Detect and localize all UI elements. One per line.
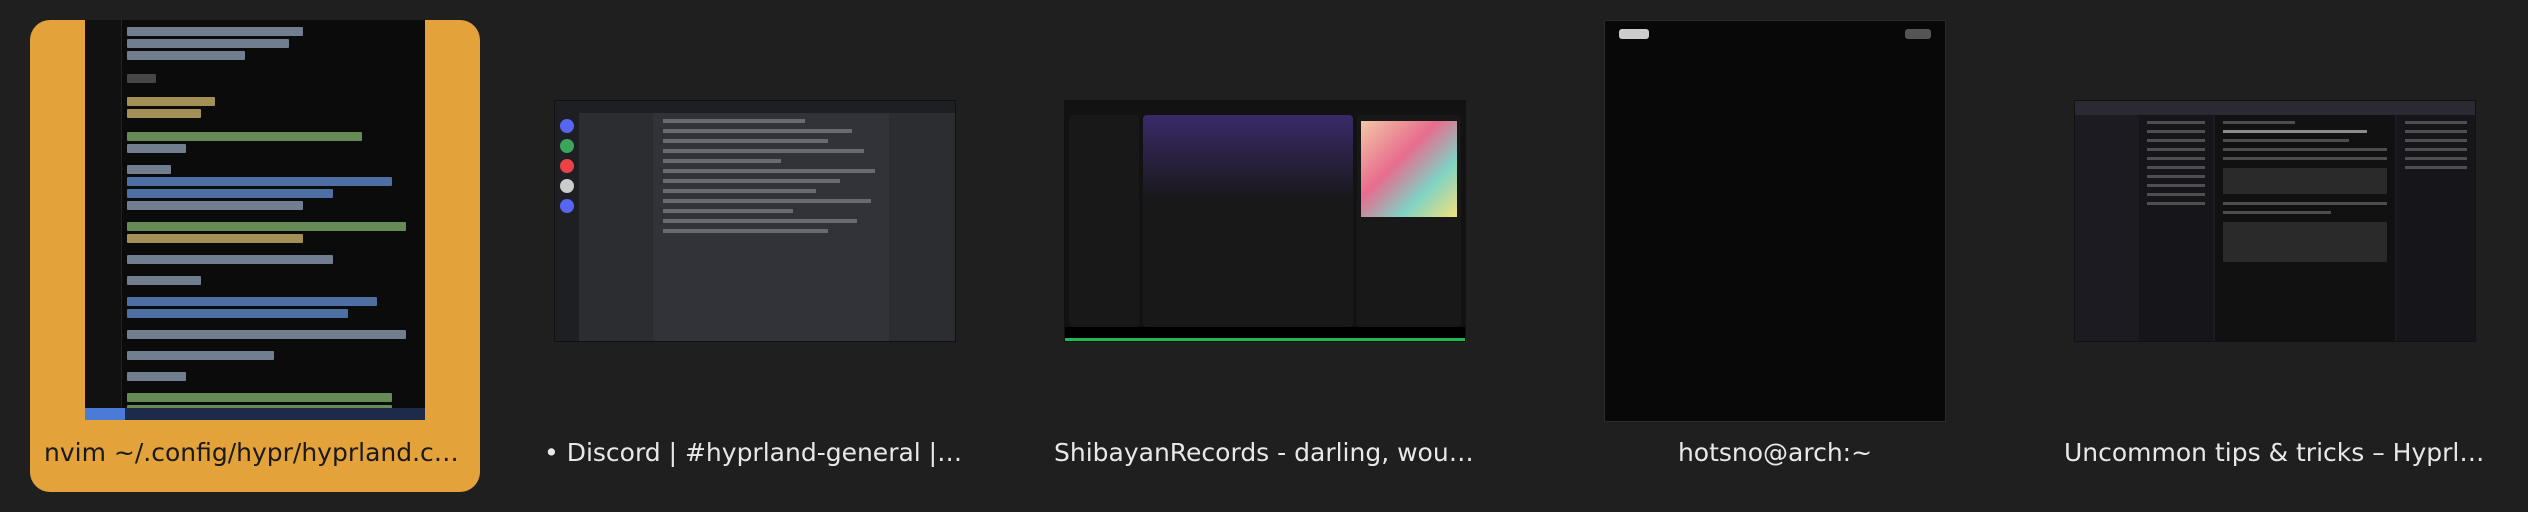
window-title: Uncommon tips & tricks – Hyprland ... <box>2064 438 2500 467</box>
window-tile-discord[interactable]: • Discord | #hyprland-general | Hyp... <box>530 20 980 492</box>
window-tile-nvim[interactable]: nvim ~/.config/hypr/hyprland.conf <box>30 20 480 492</box>
window-thumbnail <box>2074 100 2476 342</box>
window-tile-browser[interactable]: Uncommon tips & tricks – Hyprland ... <box>2050 20 2500 492</box>
window-tile-terminal[interactable]: hotsno@arch:~ <box>1550 20 2000 492</box>
window-title: hotsno@arch:~ <box>1677 438 1873 467</box>
window-thumbnail <box>554 100 956 342</box>
window-title: nvim ~/.config/hypr/hyprland.conf <box>44 438 474 467</box>
window-title: ShibayanRecords - darling, would y... <box>1054 438 1490 467</box>
window-title: • Discord | #hyprland-general | Hyp... <box>544 438 980 467</box>
window-thumbnail <box>1604 20 1946 422</box>
window-tile-spotify[interactable]: ShibayanRecords - darling, would y... <box>1040 20 1490 492</box>
window-thumbnail <box>85 20 425 420</box>
window-thumbnail <box>1064 100 1466 342</box>
